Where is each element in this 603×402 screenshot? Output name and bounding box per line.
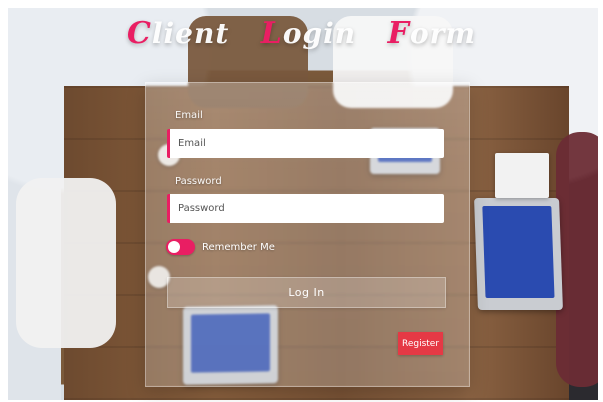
- toggle-knob: [168, 241, 180, 253]
- title-cap-f: F: [387, 16, 410, 51]
- remember-me[interactable]: Remember Me: [166, 235, 275, 259]
- laptop-right: [474, 198, 563, 310]
- register-button[interactable]: Register: [398, 332, 443, 355]
- laptop-screen: [482, 206, 555, 298]
- notebook: [495, 153, 549, 198]
- title-rest-ogin: ogin: [282, 17, 357, 50]
- title-cap-c: C: [127, 16, 152, 51]
- password-input[interactable]: [167, 194, 444, 223]
- person-left: [16, 178, 116, 348]
- page-title: Client Login Form: [0, 16, 603, 51]
- title-cap-l: L: [260, 16, 283, 51]
- remember-toggle[interactable]: [166, 239, 195, 255]
- login-button[interactable]: Log In: [167, 277, 446, 308]
- person-right: [556, 132, 598, 387]
- email-input[interactable]: [167, 129, 444, 158]
- password-label: Password: [175, 176, 222, 187]
- title-rest-orm: orm: [409, 17, 476, 50]
- remember-label: Remember Me: [202, 241, 275, 253]
- title-rest-lient: lient: [151, 17, 230, 50]
- email-label: Email: [175, 110, 203, 121]
